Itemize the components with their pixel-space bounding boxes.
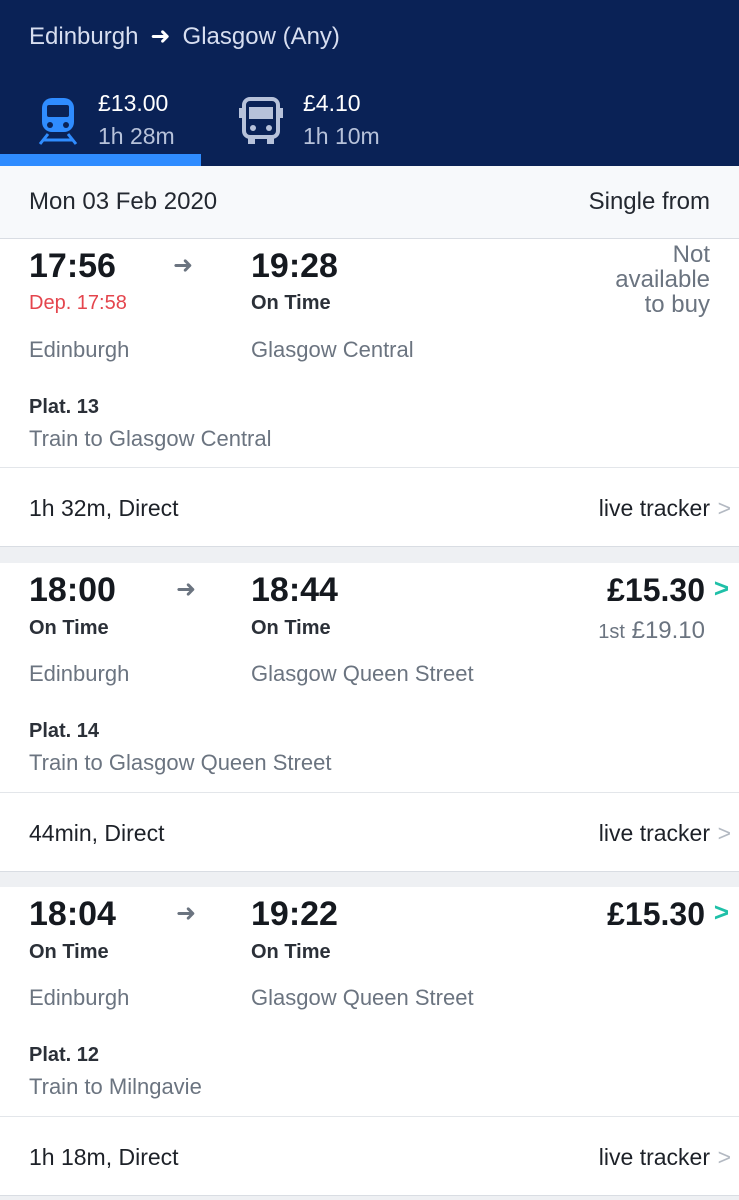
origin-station: Edinburgh — [29, 661, 130, 686]
service-description: Train to Milngavie — [29, 1074, 202, 1099]
journey-duration: 1h 32m, Direct — [29, 495, 179, 521]
arrival-status: On Time — [251, 292, 331, 314]
arrival-time: 18:44 — [251, 571, 338, 609]
tab-bus[interactable]: £4.10 1h 10m — [201, 84, 421, 166]
chevron-right-icon[interactable]: > — [714, 573, 729, 604]
arrival-status: On Time — [251, 941, 331, 963]
journey-card[interactable]: 17:56 ➜ 19:28 Dep. 17:58 On Time Edinbur… — [0, 239, 739, 467]
bus-duration: 1h 10m — [303, 123, 380, 149]
not-available-notice: Not available to buy — [615, 241, 710, 318]
arrow-right-icon: ➜ — [173, 252, 194, 279]
destination-station: Glasgow Central — [251, 337, 414, 362]
app-header: Edinburgh ➜ Glasgow (Any) £13.00 1h 28m — [0, 0, 739, 166]
date-bar: Mon 03 Feb 2020 Single from — [0, 166, 739, 239]
first-class-price[interactable]: 1st £19.10 — [598, 617, 705, 645]
destination-station: Glasgow Queen Street — [251, 661, 474, 686]
route-arrow-icon: ➜ — [150, 23, 171, 50]
platform-label: Plat. 12 — [29, 1044, 100, 1066]
departure-status: On Time — [29, 617, 109, 639]
chevron-right-icon: > — [717, 820, 731, 846]
journey-summary-row[interactable]: 44min, Direct live tracker > — [0, 792, 739, 872]
service-description: Train to Glasgow Queen Street — [29, 750, 332, 775]
travel-date[interactable]: Mon 03 Feb 2020 — [29, 188, 217, 216]
departure-status: On Time — [29, 941, 109, 963]
journey-summary-row[interactable]: 1h 32m, Direct live tracker > — [0, 467, 739, 547]
arrival-time: 19:22 — [251, 895, 338, 933]
origin-station: Edinburgh — [29, 985, 130, 1010]
destination-label: Glasgow (Any) — [182, 22, 340, 50]
standard-price[interactable]: £15.30 — [607, 896, 705, 933]
journey-card[interactable]: 18:04 ➜ 19:22 On Time On Time Edinburgh … — [0, 887, 739, 1116]
arrival-status: On Time — [251, 617, 331, 639]
selected-tab-indicator — [0, 154, 201, 166]
origin-label: Edinburgh — [29, 22, 139, 50]
destination-station: Glasgow Queen Street — [251, 985, 474, 1010]
journey-summary-row[interactable]: 1h 18m, Direct live tracker > — [0, 1116, 739, 1196]
chevron-right-icon[interactable]: > — [714, 897, 729, 928]
train-icon — [38, 96, 78, 151]
arrow-right-icon: ➜ — [176, 900, 197, 927]
journey-duration: 1h 18m, Direct — [29, 1144, 179, 1170]
platform-label: Plat. 14 — [29, 720, 100, 742]
chevron-right-icon: > — [717, 1144, 731, 1170]
chevron-right-icon: > — [717, 495, 731, 521]
departure-time: 18:00 — [29, 571, 116, 609]
bus-price: £4.10 — [303, 90, 361, 116]
arrow-right-icon: ➜ — [176, 576, 197, 603]
live-tracker-link[interactable]: live tracker — [599, 820, 710, 847]
departure-status: Dep. 17:58 — [29, 292, 127, 314]
train-duration: 1h 28m — [98, 123, 175, 149]
train-price: £13.00 — [98, 90, 169, 116]
arrival-time: 19:28 — [251, 247, 338, 285]
service-description: Train to Glasgow Central — [29, 426, 272, 451]
departure-time: 17:56 — [29, 247, 116, 285]
standard-price[interactable]: £15.30 — [607, 572, 705, 609]
bus-icon — [239, 96, 283, 151]
origin-station: Edinburgh — [29, 337, 130, 362]
live-tracker-link[interactable]: live tracker — [599, 1144, 710, 1171]
platform-label: Plat. 13 — [29, 396, 100, 418]
route-title[interactable]: Edinburgh ➜ Glasgow (Any) — [29, 22, 340, 51]
journey-duration: 44min, Direct — [29, 820, 165, 846]
fare-type-label: Single from — [588, 188, 710, 215]
journey-card[interactable]: 18:00 ➜ 18:44 On Time On Time Edinburgh … — [0, 563, 739, 792]
departure-time: 18:04 — [29, 895, 116, 933]
live-tracker-link[interactable]: live tracker — [599, 495, 710, 522]
